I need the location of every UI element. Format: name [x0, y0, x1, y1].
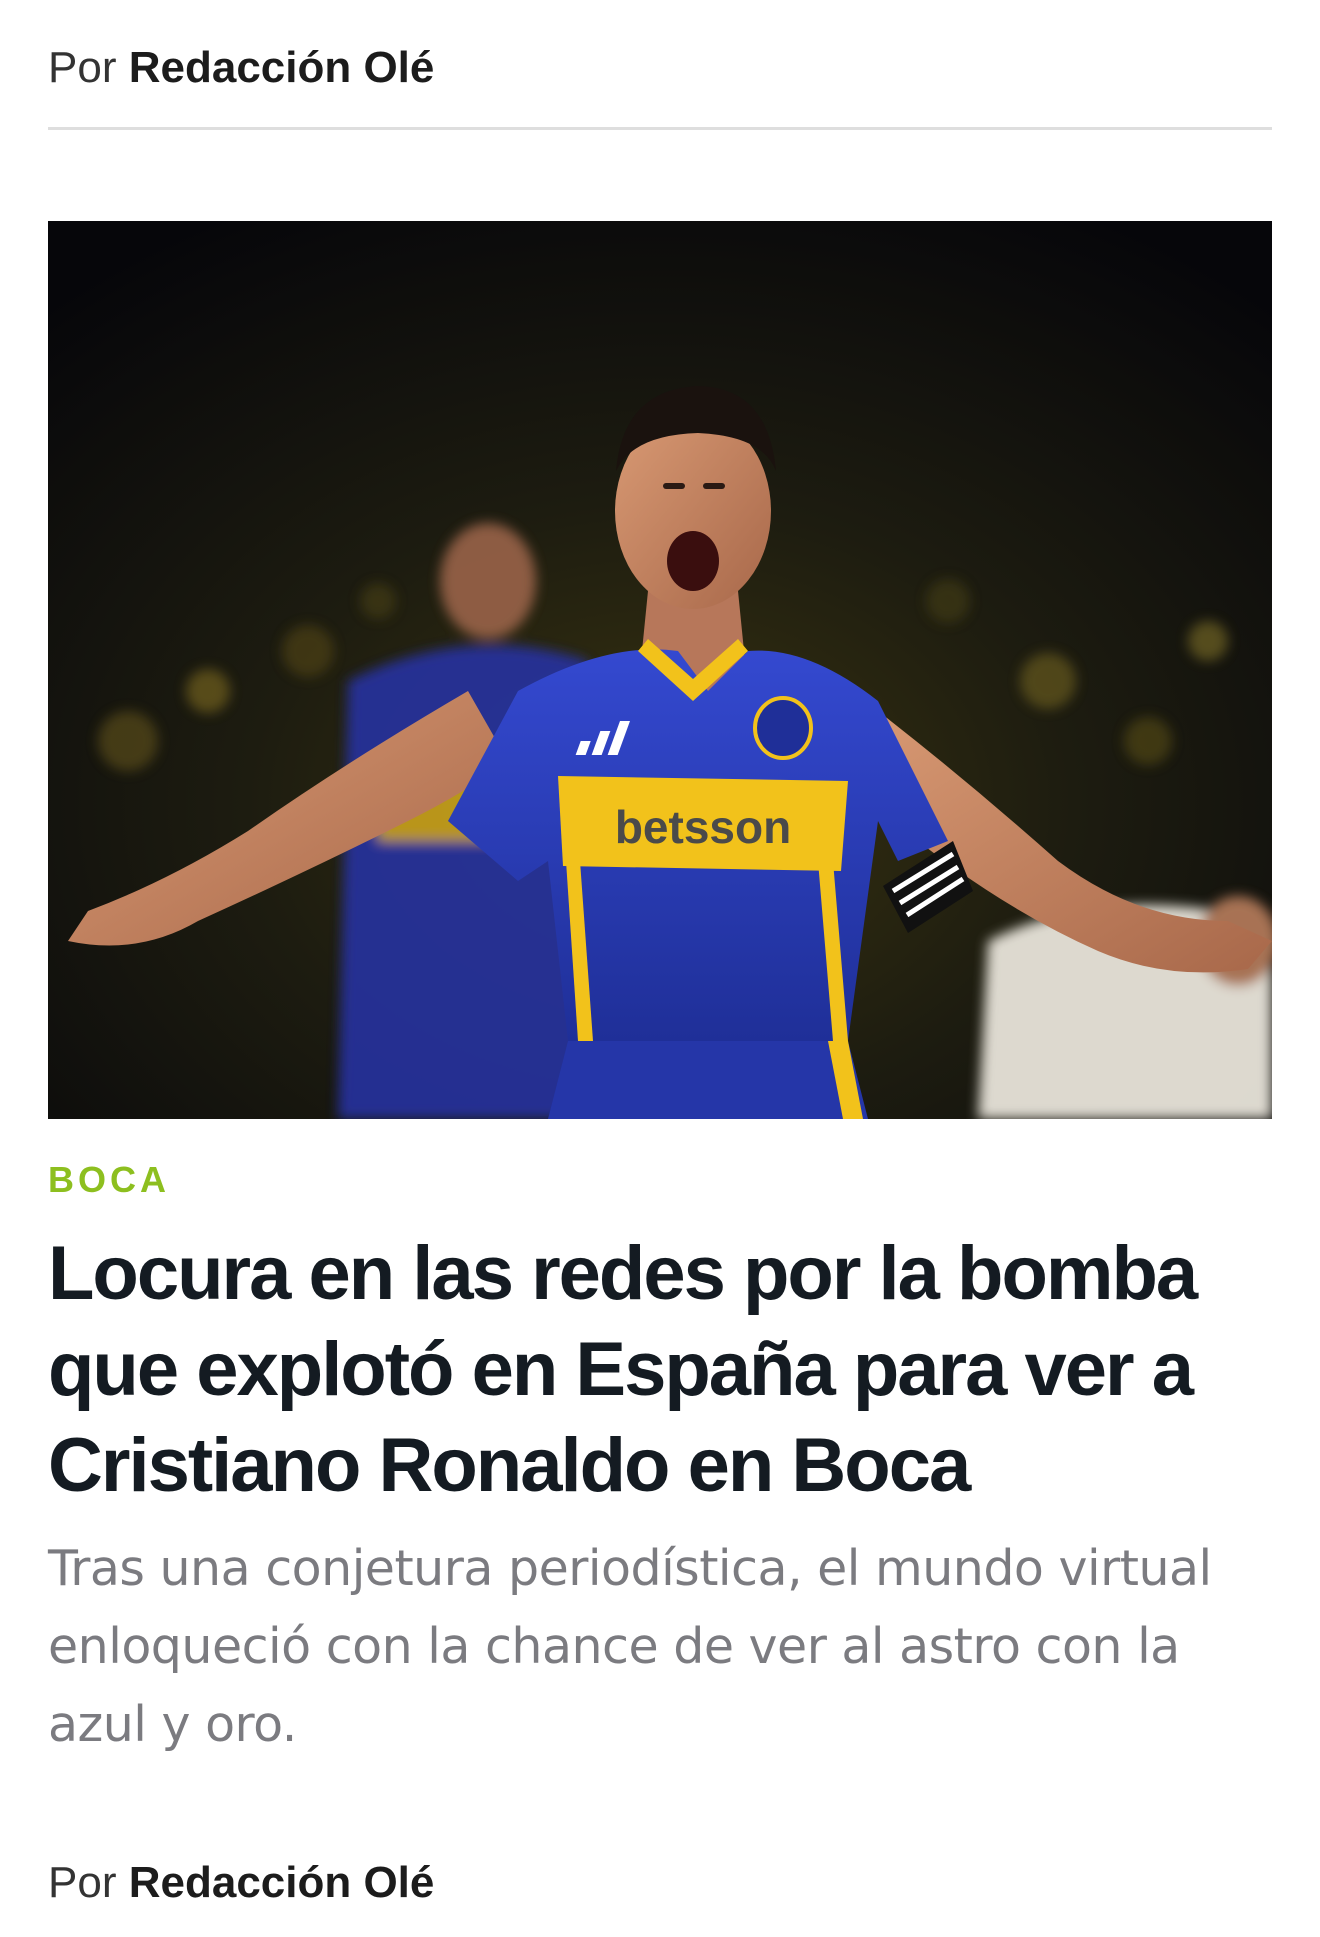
byline-author-link[interactable]: Redacción Olé — [129, 1858, 435, 1907]
byline-top: Por Redacción Olé — [48, 40, 434, 96]
article-subhead: Tras una conjetura periodística, el mund… — [48, 1540, 1212, 1753]
byline-bottom: Por Redacción Olé — [48, 1855, 434, 1911]
category-label[interactable]: BOCA — [48, 1158, 170, 1202]
hero-image[interactable]: betsson — [48, 221, 1272, 1119]
article-headline[interactable]: Locura en las redes por la bomba que exp… — [48, 1226, 1288, 1514]
byline-author-link[interactable]: Redacción Olé — [129, 43, 435, 92]
byline-prefix: Por — [48, 1858, 117, 1907]
byline-divider — [48, 127, 1272, 130]
shirt-sponsor-text: betsson — [615, 801, 791, 853]
byline-prefix: Por — [48, 43, 117, 92]
